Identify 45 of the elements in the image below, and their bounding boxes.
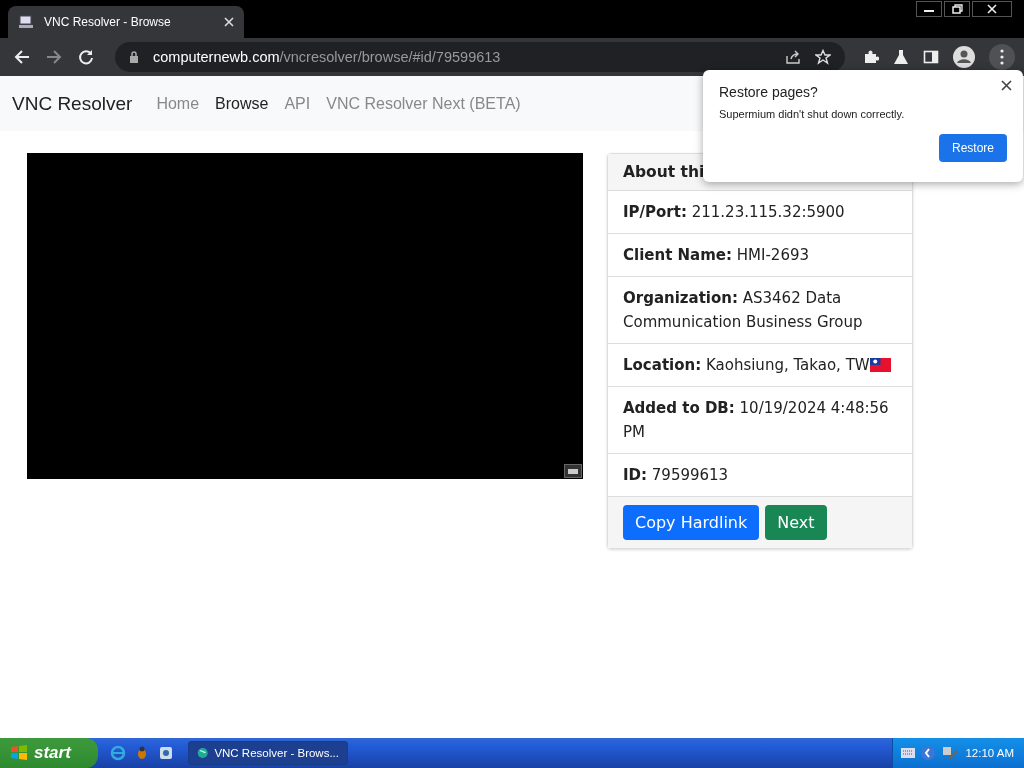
nav-link[interactable]: Home xyxy=(156,94,200,113)
keyboard-icon[interactable] xyxy=(564,464,582,478)
start-button[interactable]: start xyxy=(0,738,98,768)
clock[interactable]: 12:10 AM xyxy=(965,747,1014,759)
close-icon[interactable] xyxy=(972,1,1012,17)
windows-logo-icon xyxy=(10,745,28,761)
taskbar-button[interactable]: VNC Resolver - Brows... xyxy=(188,741,348,765)
site-brand[interactable]: VNC Resolver xyxy=(12,92,133,115)
star-icon[interactable] xyxy=(815,49,831,65)
close-icon[interactable] xyxy=(1001,80,1012,91)
browser-icon[interactable] xyxy=(110,745,126,761)
info-text: Added to DB: 10/19/2024 4:48:56 PM xyxy=(623,399,889,441)
nav-link[interactable]: Browse xyxy=(215,94,269,113)
action-button[interactable]: Next xyxy=(765,505,827,540)
forward-icon[interactable] xyxy=(45,48,63,66)
reload-icon[interactable] xyxy=(77,48,95,66)
info-text: Organization: AS3462 Data Communication Business Group xyxy=(623,289,863,331)
chevron-icon[interactable] xyxy=(921,746,936,760)
nav-link[interactable]: API xyxy=(284,94,311,113)
computer-icon xyxy=(18,14,34,30)
url-text: computernewb.com/vncresolver/browse/#id/79599613 xyxy=(153,49,501,65)
puzzle-icon[interactable] xyxy=(863,49,879,65)
address-bar[interactable]: computernewb.com/vncresolver/browse/#id/79599613 xyxy=(115,42,845,72)
back-icon[interactable] xyxy=(13,48,31,66)
nav-link[interactable]: VNC Resolver Next (BETA) xyxy=(326,94,521,113)
info-text: Client Name: HMI-2693 xyxy=(623,246,809,264)
share-icon[interactable] xyxy=(785,49,801,65)
lock-icon xyxy=(129,51,139,63)
minimize-icon[interactable] xyxy=(916,1,942,17)
side-panel-icon[interactable] xyxy=(923,49,939,65)
globe-icon xyxy=(197,745,209,761)
info-text: IP/Port: 211.23.115.32:5900 xyxy=(623,203,845,221)
browser-tab[interactable]: VNC Resolver - Browse xyxy=(8,6,244,38)
card-title: About thi xyxy=(623,163,705,181)
action-button[interactable]: Copy Hardlink xyxy=(623,505,760,540)
restore-icon[interactable] xyxy=(944,1,970,17)
restore-button[interactable]: Restore xyxy=(938,134,1007,162)
dialog-title: Restore pages? xyxy=(719,84,819,100)
info-text: Location: Kaohsiung, Takao, TW xyxy=(623,356,870,374)
app-icon[interactable] xyxy=(158,745,174,761)
info-text: ID: 79599613 xyxy=(623,466,729,484)
dialog-message: Supermium didn't shut down correctly. xyxy=(719,108,906,120)
profile-icon[interactable] xyxy=(953,46,975,68)
flask-icon[interactable] xyxy=(893,49,909,65)
menu-icon[interactable] xyxy=(989,44,1015,70)
